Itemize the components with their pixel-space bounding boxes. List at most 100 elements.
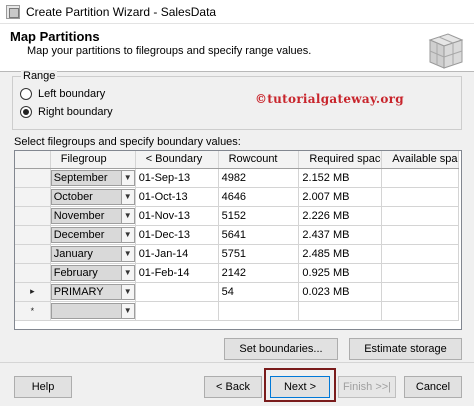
chevron-down-icon[interactable]: ▼ [120,284,134,299]
title-bar: Create Partition Wizard - SalesData [0,0,474,24]
filegroup-dropdown[interactable]: January ▼ [50,245,135,262]
right-boundary-radio[interactable]: Right boundary [20,106,113,118]
finish-button[interactable]: Finish >>| [338,376,396,398]
boundary-cell[interactable] [135,301,219,321]
required-space-cell [298,301,383,321]
chevron-down-icon[interactable]: ▼ [120,189,134,204]
required-space-cell: 0.023 MB [298,282,383,302]
row-marker[interactable] [15,244,51,264]
rowcount-cell [218,301,300,321]
boundary-cell[interactable]: 01-Jan-14 [135,244,219,264]
partition-cube-icon [428,33,464,69]
radio-circle[interactable] [20,88,32,100]
footer-separator [0,362,474,363]
set-boundaries-button[interactable]: Set boundaries... [224,338,338,360]
table-row[interactable]: September ▼ 01-Sep-13 4982 2.152 MB [15,168,459,188]
chevron-down-icon[interactable]: ▼ [120,227,134,242]
filegroup-value: February [53,266,98,279]
filegroup-dropdown[interactable]: December ▼ [50,226,135,243]
filegroup-cell[interactable]: December ▼ [50,225,136,245]
grid-label: Select filegroups and specify boundary v… [14,136,241,148]
row-header-corner [15,151,51,169]
radio-circle-checked[interactable] [20,106,32,118]
row-marker[interactable] [15,187,51,207]
table-row[interactable]: January ▼ 01-Jan-14 5751 2.485 MB [15,244,459,264]
new-row-marker[interactable]: * [15,301,51,321]
rowcount-cell: 5641 [218,225,300,245]
wizard-header: Map Partitions Map your partitions to fi… [0,24,474,72]
chevron-down-icon[interactable]: ▼ [120,170,134,185]
table-row[interactable]: November ▼ 01-Nov-13 5152 2.226 MB [15,206,459,226]
range-group: Range Left boundary Right boundary ©tuto… [12,70,462,130]
table-row-new[interactable]: * ▼ [15,301,459,321]
available-space-cell [381,282,459,302]
col-filegroup[interactable]: Filegroup [50,151,136,169]
boundary-cell[interactable] [135,282,219,302]
required-space-cell: 2.437 MB [298,225,383,245]
estimate-storage-button[interactable]: Estimate storage [349,338,462,360]
col-boundary[interactable]: < Boundary [135,151,219,169]
filegroup-cell[interactable]: September ▼ [50,168,136,188]
filegroup-dropdown[interactable]: February ▼ [50,264,135,281]
row-marker[interactable] [15,225,51,245]
left-boundary-radio[interactable]: Left boundary [20,88,105,100]
table-row[interactable]: February ▼ 01-Feb-14 2142 0.925 MB [15,263,459,283]
table-row-current[interactable]: ▸ PRIMARY ▼ 54 0.023 MB [15,282,459,302]
row-marker[interactable] [15,263,51,283]
empty-cell [50,320,458,329]
boundary-cell[interactable]: 01-Dec-13 [135,225,219,245]
filegroup-dropdown[interactable]: September ▼ [50,169,135,186]
filegroup-dropdown[interactable]: October ▼ [50,188,135,205]
page-subtitle: Map your partitions to filegroups and sp… [27,45,312,57]
filegroup-cell[interactable]: October ▼ [50,187,136,207]
rowcount-cell: 2142 [218,263,300,283]
cancel-button[interactable]: Cancel [404,376,462,398]
col-rowcount[interactable]: Rowcount [218,151,300,169]
chevron-down-icon[interactable]: ▼ [120,303,134,318]
filegroup-dropdown[interactable]: November ▼ [50,207,135,224]
boundary-cell[interactable]: 01-Nov-13 [135,206,219,226]
required-space-cell: 2.152 MB [298,168,383,188]
boundary-cell[interactable]: 01-Sep-13 [135,168,219,188]
table-row[interactable]: October ▼ 01-Oct-13 4646 2.007 MB [15,187,459,207]
range-legend: Range [21,70,58,82]
chevron-down-icon[interactable]: ▼ [120,208,134,223]
filegroup-dropdown[interactable]: PRIMARY ▼ [50,283,135,300]
current-row-marker[interactable]: ▸ [15,282,51,302]
row-marker[interactable] [15,206,51,226]
next-button[interactable]: Next > [270,376,330,398]
partition-grid[interactable]: Filegroup < Boundary Rowcount Required s… [14,150,462,330]
filegroup-cell[interactable]: PRIMARY ▼ [50,282,136,302]
help-button[interactable]: Help [14,376,72,398]
filegroup-cell[interactable]: November ▼ [50,206,136,226]
chevron-down-icon[interactable]: ▼ [120,265,134,280]
filegroup-cell[interactable]: February ▼ [50,263,136,283]
available-space-cell [381,263,459,283]
empty-row [15,320,459,329]
col-required-space[interactable]: Required space [298,151,383,169]
filegroup-cell[interactable]: January ▼ [50,244,136,264]
back-button[interactable]: < Back [204,376,262,398]
available-space-cell [381,168,459,188]
table-row[interactable]: December ▼ 01-Dec-13 5641 2.437 MB [15,225,459,245]
watermark: ©tutorialgateway.org [255,92,404,106]
app-icon [6,5,20,19]
col-available-space[interactable]: Available space [381,151,459,169]
available-space-cell [381,206,459,226]
required-space-cell: 2.226 MB [298,206,383,226]
available-space-cell [381,187,459,207]
available-space-cell [381,225,459,245]
boundary-cell[interactable]: 01-Oct-13 [135,187,219,207]
boundary-cell[interactable]: 01-Feb-14 [135,263,219,283]
row-marker[interactable] [15,168,51,188]
vertical-scrollbar[interactable]: ▲ ▼ [461,151,462,329]
chevron-down-icon[interactable]: ▼ [120,246,134,261]
filegroup-dropdown[interactable]: ▼ [50,302,135,319]
filegroup-value: November [53,209,105,222]
rowcount-cell: 5751 [218,244,300,264]
filegroup-cell[interactable]: ▼ [50,301,136,321]
required-space-cell: 2.485 MB [298,244,383,264]
rowcount-cell: 5152 [218,206,300,226]
rowcount-cell: 4982 [218,168,300,188]
required-space-cell: 2.007 MB [298,187,383,207]
